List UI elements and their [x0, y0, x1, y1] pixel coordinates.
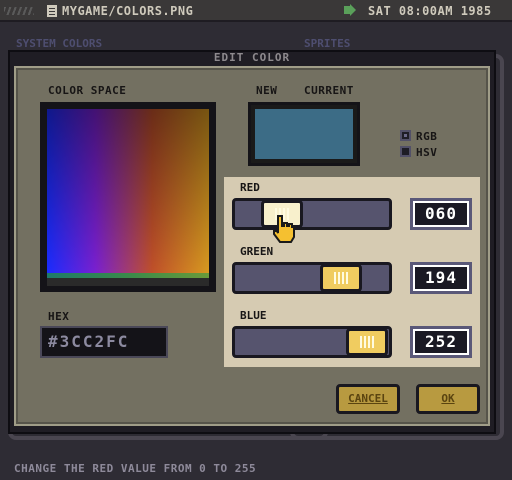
speaker-icon[interactable] — [344, 4, 356, 16]
dialog-title: EDIT COLOR — [213, 51, 291, 64]
current-label: CURRENT — [304, 84, 354, 97]
blue-slider-thumb[interactable] — [346, 328, 388, 356]
hex-input[interactable]: #3CC2FC — [40, 326, 168, 358]
color-space-label: COLOR SPACE — [48, 84, 127, 97]
new-label: NEW — [256, 84, 278, 97]
sprites-label: SPRITES — [304, 37, 351, 50]
blue-value-field[interactable]: 252 — [410, 326, 472, 358]
red-slider-track[interactable] — [232, 198, 392, 230]
green-slider-track[interactable] — [232, 262, 392, 294]
rgb-radio[interactable] — [400, 130, 411, 141]
menu-stripes-icon[interactable] — [4, 7, 34, 15]
green-label: GREEN — [240, 245, 274, 258]
red-value-field[interactable]: 060 — [410, 198, 472, 230]
file-icon — [47, 5, 57, 17]
hex-label: HEX — [48, 310, 70, 323]
red-label: RED — [240, 181, 260, 194]
rgb-label[interactable]: RGB — [416, 130, 437, 143]
hsv-radio[interactable] — [400, 146, 411, 157]
system-colors-label: SYSTEM COLORS — [16, 37, 103, 50]
ok-button[interactable]: OK — [416, 384, 480, 414]
green-slider-thumb[interactable] — [320, 264, 362, 292]
cancel-button[interactable]: CANCEL — [336, 384, 400, 414]
filename-label: MYGAME/COLORS.PNG — [62, 4, 194, 18]
clock-label: SAT 08:00AM 1985 — [368, 4, 492, 18]
hand-cursor-icon — [273, 215, 295, 243]
color-space-picker[interactable] — [47, 109, 209, 273]
green-value-field[interactable]: 194 — [410, 262, 472, 294]
color-space-scroll-strip[interactable] — [47, 278, 209, 286]
status-bar: CHANGE THE RED VALUE FROM 0 TO 255 — [0, 458, 512, 480]
blue-label: BLUE — [240, 309, 267, 322]
hsv-label[interactable]: HSV — [416, 146, 437, 159]
color-preview-swatch — [255, 109, 353, 159]
top-bar: MYGAME/COLORS.PNG SAT 08:00AM 1985 — [0, 0, 512, 22]
